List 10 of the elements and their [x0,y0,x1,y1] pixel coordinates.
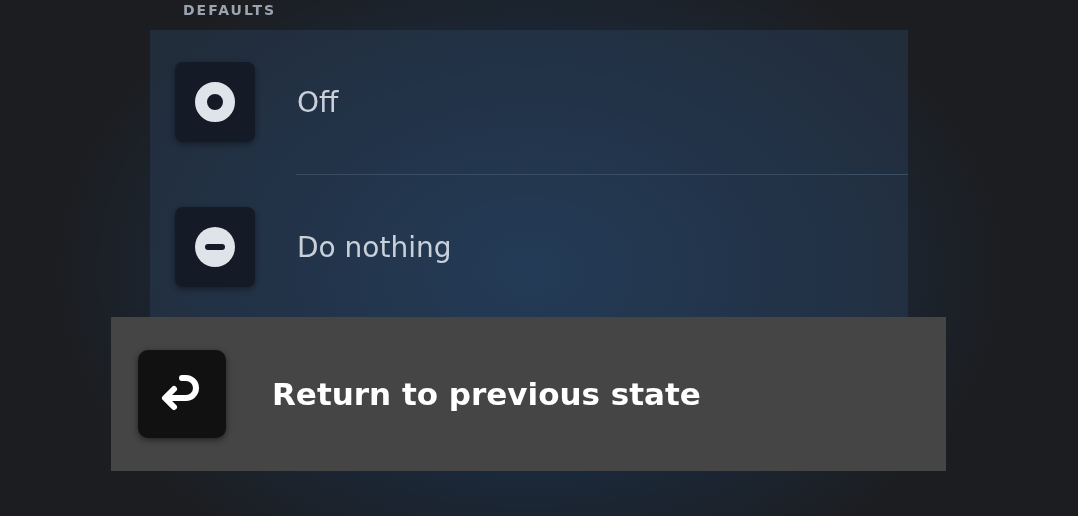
icon-tile[interactable] [138,350,226,438]
option-label[interactable]: Return to previous state [272,376,701,412]
dragged-option[interactable]: Return to previous state [111,317,946,471]
option-label[interactable]: Do nothing [297,230,452,264]
minus-circle-icon [195,227,235,267]
icon-tile[interactable] [175,62,255,142]
icon-tile[interactable] [175,207,255,287]
ring-icon [195,82,235,122]
option-label[interactable]: Off [297,85,339,119]
section-header: DEFAULTS [183,2,277,18]
